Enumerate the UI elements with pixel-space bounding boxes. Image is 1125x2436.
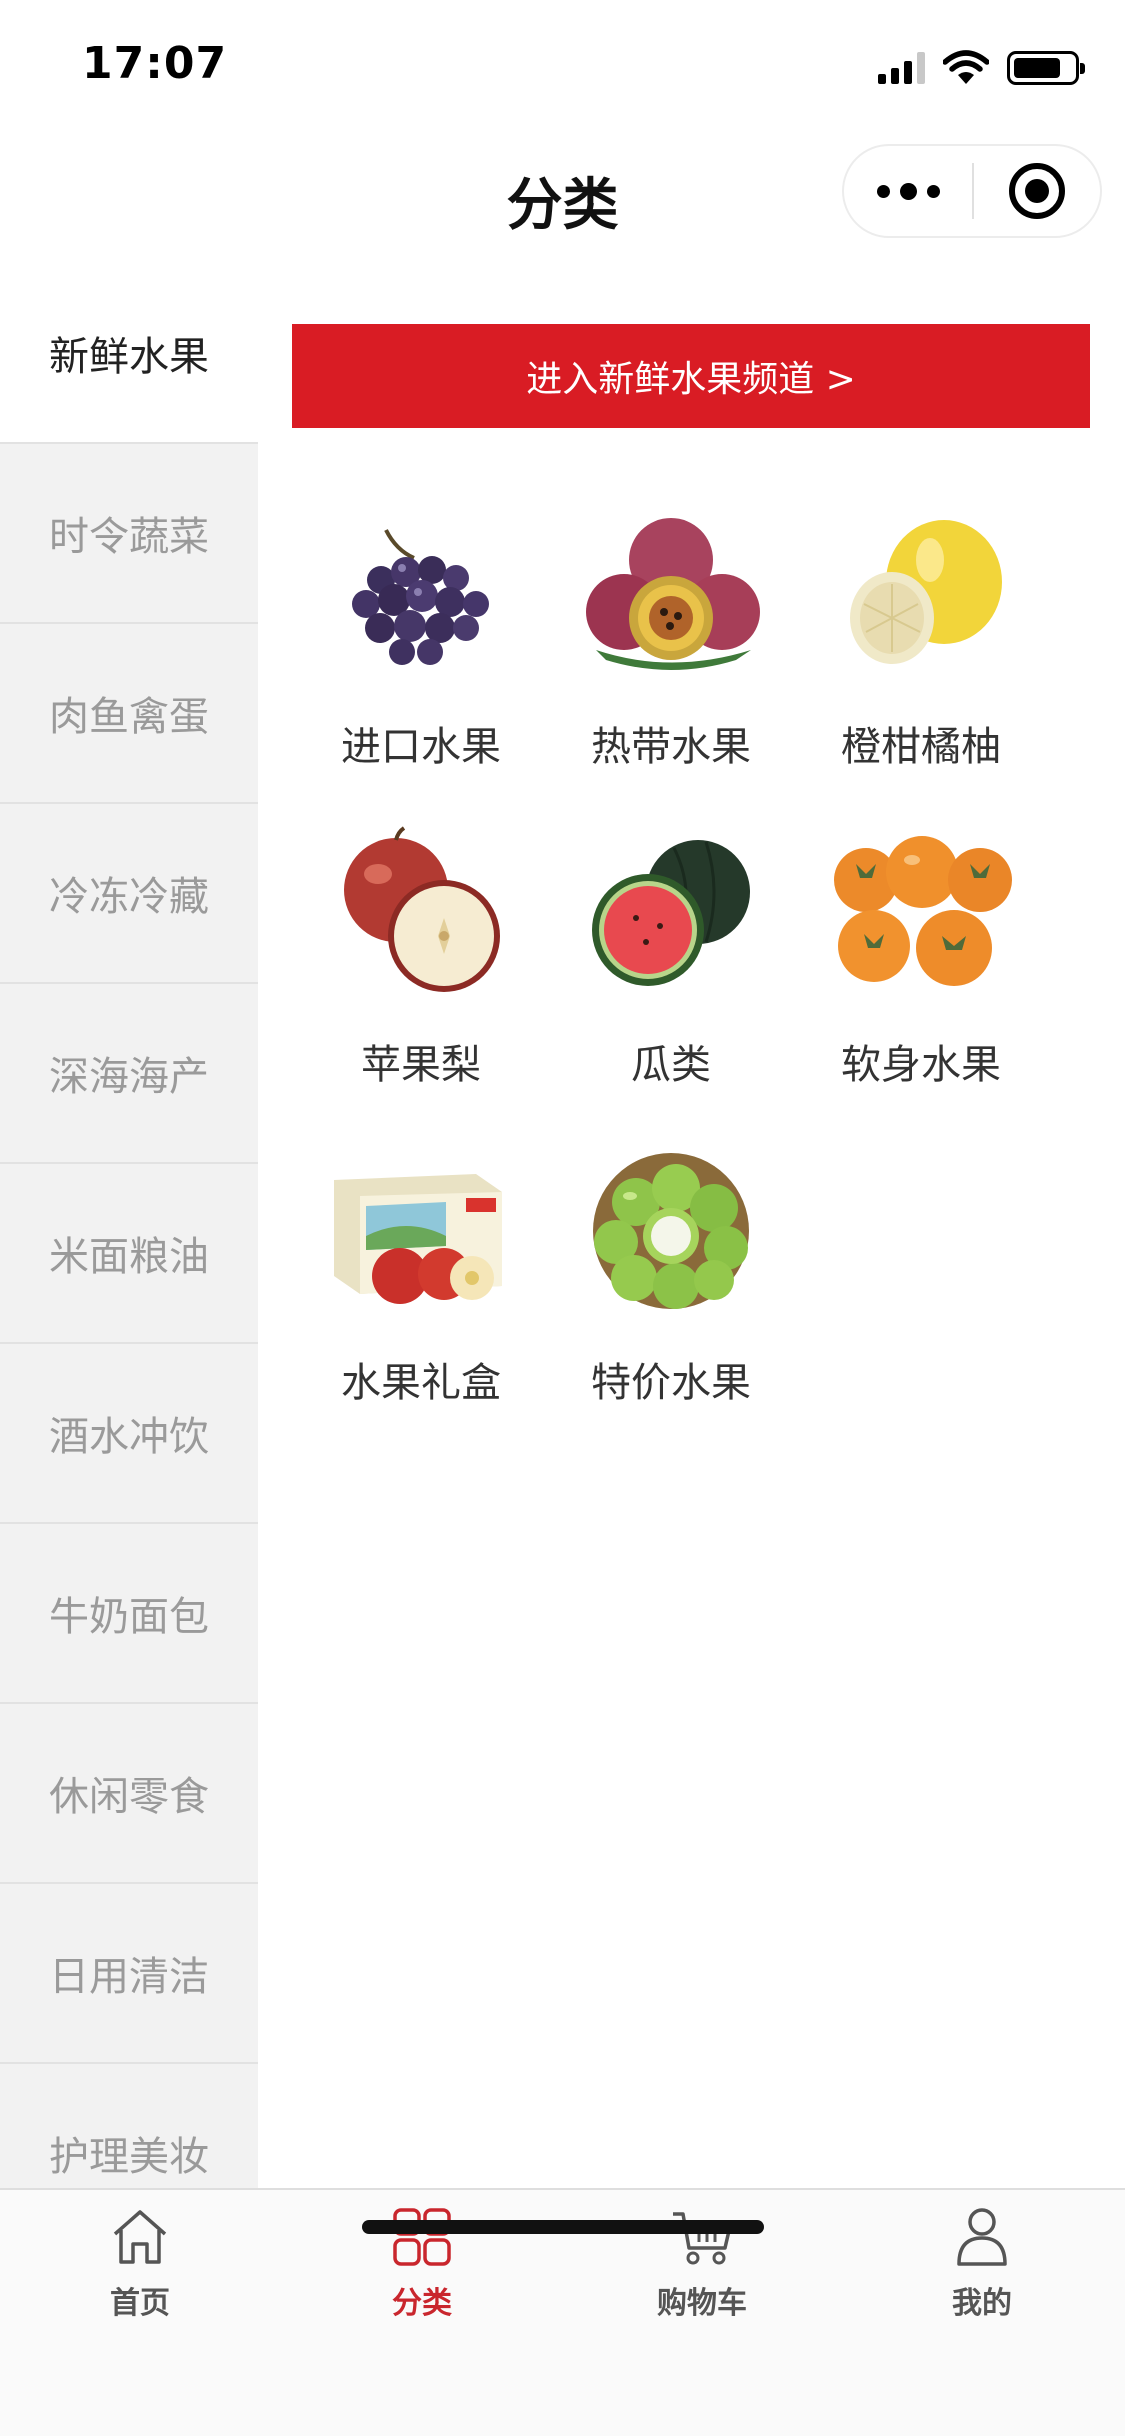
status-icons	[878, 48, 1085, 88]
fresh-fruit-channel-banner[interactable]: 进入新鲜水果频道 >	[292, 324, 1090, 428]
subcategory-imported-fruit[interactable]: 进口水果	[296, 500, 546, 772]
more-dot-icon	[926, 184, 940, 198]
tab-bar: 首页 分类 购物车 我的	[0, 2188, 1125, 2436]
pomelo-image	[850, 520, 1002, 664]
category-icon	[393, 2208, 451, 2266]
tab-home[interactable]: 首页	[50, 2204, 230, 2322]
apple-image	[344, 826, 500, 992]
home-icon	[113, 2210, 167, 2264]
nav-bar: 分类	[0, 132, 1125, 264]
close-mini-program-button[interactable]	[974, 146, 1100, 236]
wifi-icon	[943, 50, 989, 84]
more-dot-icon	[899, 182, 917, 200]
profile-icon	[957, 2208, 1007, 2266]
signal-icon	[878, 52, 925, 84]
subcategory-tropical-fruit[interactable]: 热带水果	[546, 500, 796, 772]
grapes-image	[352, 529, 489, 665]
target-icon	[1008, 163, 1065, 219]
sidebar-item-fresh-fruit[interactable]: 新鲜水果	[0, 264, 258, 444]
sidebar-item-cleaning[interactable]: 日用清洁	[0, 1884, 258, 2064]
battery-icon	[1007, 51, 1085, 85]
status-bar: 17:07	[0, 0, 1125, 132]
sidebar-item-seasonal-vegetables[interactable]: 时令蔬菜	[0, 444, 258, 624]
sidebar-item-beauty[interactable]: 护理美妆	[0, 2064, 258, 2188]
watermelon-image	[592, 840, 750, 986]
sidebar-item-snacks[interactable]: 休闲零食	[0, 1704, 258, 1884]
subcategory-citrus[interactable]: 橙柑橘柚	[796, 500, 1046, 772]
mini-program-capsule	[842, 144, 1102, 238]
subcategory-gift-box[interactable]: 水果礼盒	[296, 1136, 546, 1408]
subcategory-special-offer-fruit[interactable]: 特价水果	[546, 1136, 796, 1408]
gift-box-image	[334, 1174, 502, 1304]
tab-profile[interactable]: 我的	[892, 2204, 1072, 2322]
more-dot-icon	[876, 184, 890, 198]
sidebar-item-seafood[interactable]: 深海海产	[0, 984, 258, 1164]
category-sidebar: 新鲜水果 时令蔬菜 肉鱼禽蛋 冷冻冷藏 深海海产 米面粮油 酒水冲饮 牛奶面包 …	[0, 264, 258, 2188]
subcategory-soft-fruit[interactable]: 软身水果	[796, 818, 1046, 1090]
sidebar-item-drinks[interactable]: 酒水冲饮	[0, 1344, 258, 1524]
sidebar-item-frozen[interactable]: 冷冻冷藏	[0, 804, 258, 984]
cart-icon	[673, 2212, 733, 2265]
passion-fruit-image	[586, 518, 760, 670]
persimmon-image	[834, 836, 1012, 986]
more-options-button[interactable]	[844, 146, 972, 236]
subcategory-apple-pear[interactable]: 苹果梨	[296, 818, 546, 1090]
sidebar-item-meat-fish-eggs[interactable]: 肉鱼禽蛋	[0, 624, 258, 804]
jujube-image	[593, 1153, 749, 1309]
category-content: 进入新鲜水果频道 > 进口水果 热带水果 橙柑橘柚 苹果梨 瓜类 软身水果 水果…	[258, 264, 1125, 2188]
home-indicator	[362, 2220, 764, 2234]
subcategory-grid: 进口水果 热带水果 橙柑橘柚 苹果梨 瓜类 软身水果 水果礼盒 特价水果	[296, 500, 1052, 1408]
subcategory-melon[interactable]: 瓜类	[546, 818, 796, 1090]
status-time: 17:07	[82, 38, 228, 89]
sidebar-item-grain-oil[interactable]: 米面粮油	[0, 1164, 258, 1344]
sidebar-item-milk-bread[interactable]: 牛奶面包	[0, 1524, 258, 1704]
